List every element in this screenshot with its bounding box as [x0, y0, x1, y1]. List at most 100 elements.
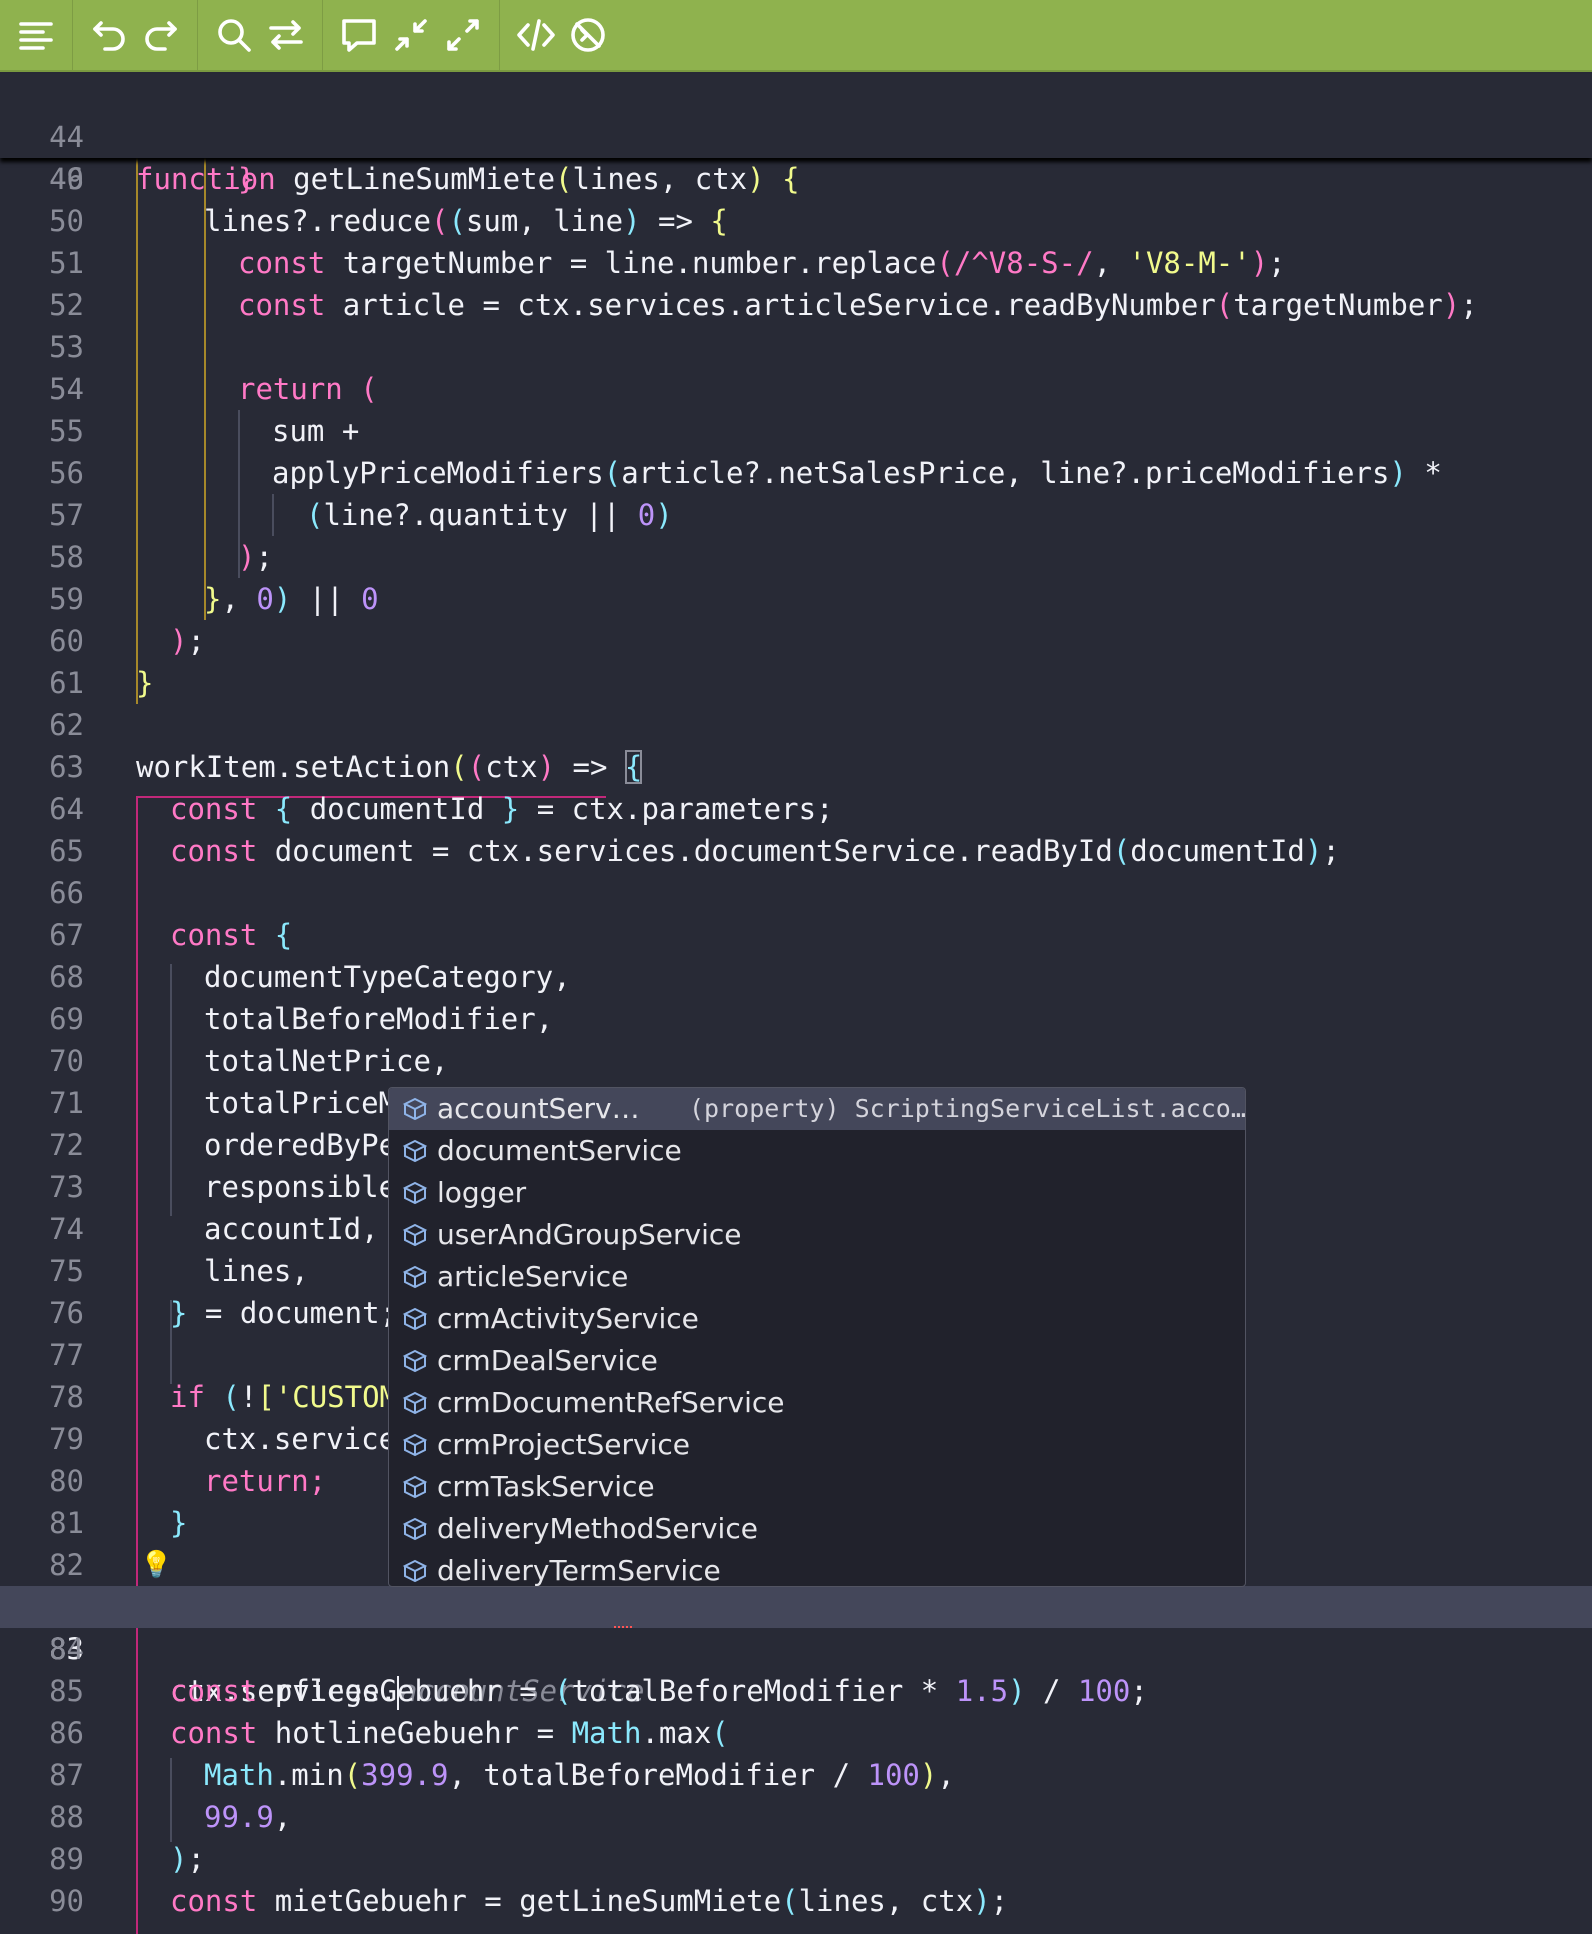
code-line[interactable]: 69 totalBeforeModifier, [0, 998, 1592, 1040]
toolbar-group-menu [0, 0, 73, 70]
code-line[interactable]: 56 applyPriceModifiers(article?.netSalesP… [0, 452, 1592, 494]
line-number: 53 [49, 330, 84, 364]
line-number: 61 [49, 666, 84, 700]
line-number: 65 [49, 834, 84, 868]
code-line[interactable]: 59}, 0) || 0 [0, 578, 1592, 620]
line-number: 73 [49, 1170, 84, 1204]
menu-button[interactable] [10, 5, 62, 65]
suggest-item[interactable]: crmTaskService [389, 1466, 1245, 1508]
suggest-detail: (property) ScriptingServiceList.acco… [689, 1094, 1246, 1123]
property-icon [393, 1137, 437, 1165]
code-line[interactable]: 62 [0, 704, 1592, 746]
line-number: 75 [49, 1254, 84, 1288]
suggest-item[interactable]: documentService [389, 1130, 1245, 1172]
comment-button[interactable] [333, 5, 385, 65]
line-number: 90 [49, 1884, 84, 1918]
suggest-label: documentService [437, 1134, 682, 1167]
line-number: 79 [49, 1422, 84, 1456]
code-line[interactable]: 90 const mietGebuehr = getLineSumMiete(li… [0, 1880, 1592, 1922]
disable-icon [571, 18, 605, 52]
line-number: 69 [49, 1002, 84, 1036]
undo-button[interactable] [83, 5, 135, 65]
suggest-item[interactable]: crmDocumentRefService [389, 1382, 1245, 1424]
suggest-item[interactable]: deliveryMethodService [389, 1508, 1245, 1550]
lightbulb-icon[interactable]: 💡 [140, 1547, 172, 1583]
line-number: 57 [49, 498, 84, 532]
line-number: 68 [49, 960, 84, 994]
code-line[interactable]: 89); [0, 1838, 1592, 1880]
suggest-item[interactable]: crmActivityService [389, 1298, 1245, 1340]
line-number: 89 [49, 1842, 84, 1876]
code-line[interactable]: 60); [0, 620, 1592, 662]
suggest-label: userAndGroupService [437, 1218, 742, 1251]
code-line[interactable]: 65 const document = ctx.services.document… [0, 830, 1592, 872]
code-line[interactable]: 85 const pflegeGebuehr = (totalBeforeModi… [0, 1670, 1592, 1712]
toolbar-group-history [73, 0, 198, 70]
line-number: 74 [49, 1212, 84, 1246]
line-number: 71 [49, 1086, 84, 1120]
code-line[interactable]: 64 const { documentId } = ctx.parameters; [0, 788, 1592, 830]
search-button[interactable] [208, 5, 260, 65]
property-icon [393, 1389, 437, 1417]
code-line[interactable]: 58); [0, 536, 1592, 578]
code-line-current[interactable]: 83 ctx.services. accountService [0, 1586, 1592, 1710]
code-button[interactable] [510, 5, 562, 65]
maximize-button[interactable] [437, 5, 489, 65]
code-line[interactable]: 53 [0, 326, 1592, 368]
code-line[interactable]: 70 totalNetPrice, [0, 1040, 1592, 1082]
code-line[interactable]: 66 [0, 872, 1592, 914]
suggest-item[interactable]: userAndGroupService [389, 1214, 1245, 1256]
line-number: 46 [49, 162, 84, 196]
sticky-line[interactable]: 46 lines?.reduce((sum, line) => { [0, 116, 1592, 238]
sticky-scroll-header[interactable]: 44 function getLineSumMiete(lines, ctx) … [0, 74, 1592, 238]
suggest-item[interactable]: articleService [389, 1256, 1245, 1298]
suggest-label: crmDealService [437, 1344, 658, 1377]
suggest-item[interactable]: accountServ… (property) ScriptingService… [389, 1088, 1245, 1130]
code-line[interactable]: 63 workItem.setAction((ctx) => { [0, 746, 1592, 788]
line-number: 81 [49, 1506, 84, 1540]
code-editor[interactable]: 49} 50 51 const targetNumber = line.numbe… [0, 158, 1592, 1934]
code-line[interactable]: 54 return ( [0, 368, 1592, 410]
menu-icon [19, 22, 53, 50]
maximize-icon [447, 19, 479, 51]
property-icon [393, 1305, 437, 1333]
redo-button[interactable] [135, 5, 187, 65]
toolbar-group-find [198, 0, 323, 70]
code-line[interactable]: 88 99.9, [0, 1796, 1592, 1838]
property-icon [393, 1095, 437, 1123]
suggest-label: crmActivityService [437, 1302, 699, 1335]
suggest-item[interactable]: logger [389, 1172, 1245, 1214]
toolbar-group-view [323, 0, 500, 70]
code-line[interactable]: 68 documentTypeCategory, [0, 956, 1592, 998]
suggest-label: logger [437, 1176, 527, 1209]
sticky-line[interactable]: 44 function getLineSumMiete(lines, ctx) … [0, 74, 1592, 196]
suggest-item[interactable]: crmProjectService [389, 1424, 1245, 1466]
replace-button[interactable] [260, 5, 312, 65]
property-icon [393, 1221, 437, 1249]
code-icon [517, 19, 555, 51]
code-line[interactable]: 52 const article = ctx.services.articleSe… [0, 284, 1592, 326]
code-line[interactable]: 57 (line?.quantity || 0) [0, 494, 1592, 536]
autocomplete-suggest-widget[interactable]: accountServ… (property) ScriptingService… [388, 1087, 1246, 1587]
code-line[interactable]: 61} [0, 662, 1592, 704]
line-number: 58 [49, 540, 84, 574]
line-number: 55 [49, 414, 84, 448]
code-line[interactable]: 84 [0, 1628, 1592, 1670]
code-line[interactable]: 51 const targetNumber = line.number.repla… [0, 242, 1592, 284]
code-line[interactable]: 86 const hotlineGebuehr = Math.max( [0, 1712, 1592, 1754]
code-line[interactable]: 55 sum + [0, 410, 1592, 452]
line-number: 63 [49, 750, 84, 784]
line-number: 88 [49, 1800, 84, 1834]
disable-button[interactable] [562, 5, 614, 65]
line-number: 59 [49, 582, 84, 616]
line-number: 86 [49, 1716, 84, 1750]
suggest-item[interactable]: crmDealService [389, 1340, 1245, 1382]
line-number: 85 [49, 1674, 84, 1708]
code-line[interactable]: 67 const { [0, 914, 1592, 956]
code-line[interactable]: 87 Math.min(399.9, totalBeforeModifier / … [0, 1754, 1592, 1796]
suggest-item[interactable]: deliveryTermService [389, 1550, 1245, 1586]
property-icon [393, 1515, 437, 1543]
minimize-button[interactable] [385, 5, 437, 65]
redo-icon [145, 21, 177, 51]
property-icon [393, 1179, 437, 1207]
